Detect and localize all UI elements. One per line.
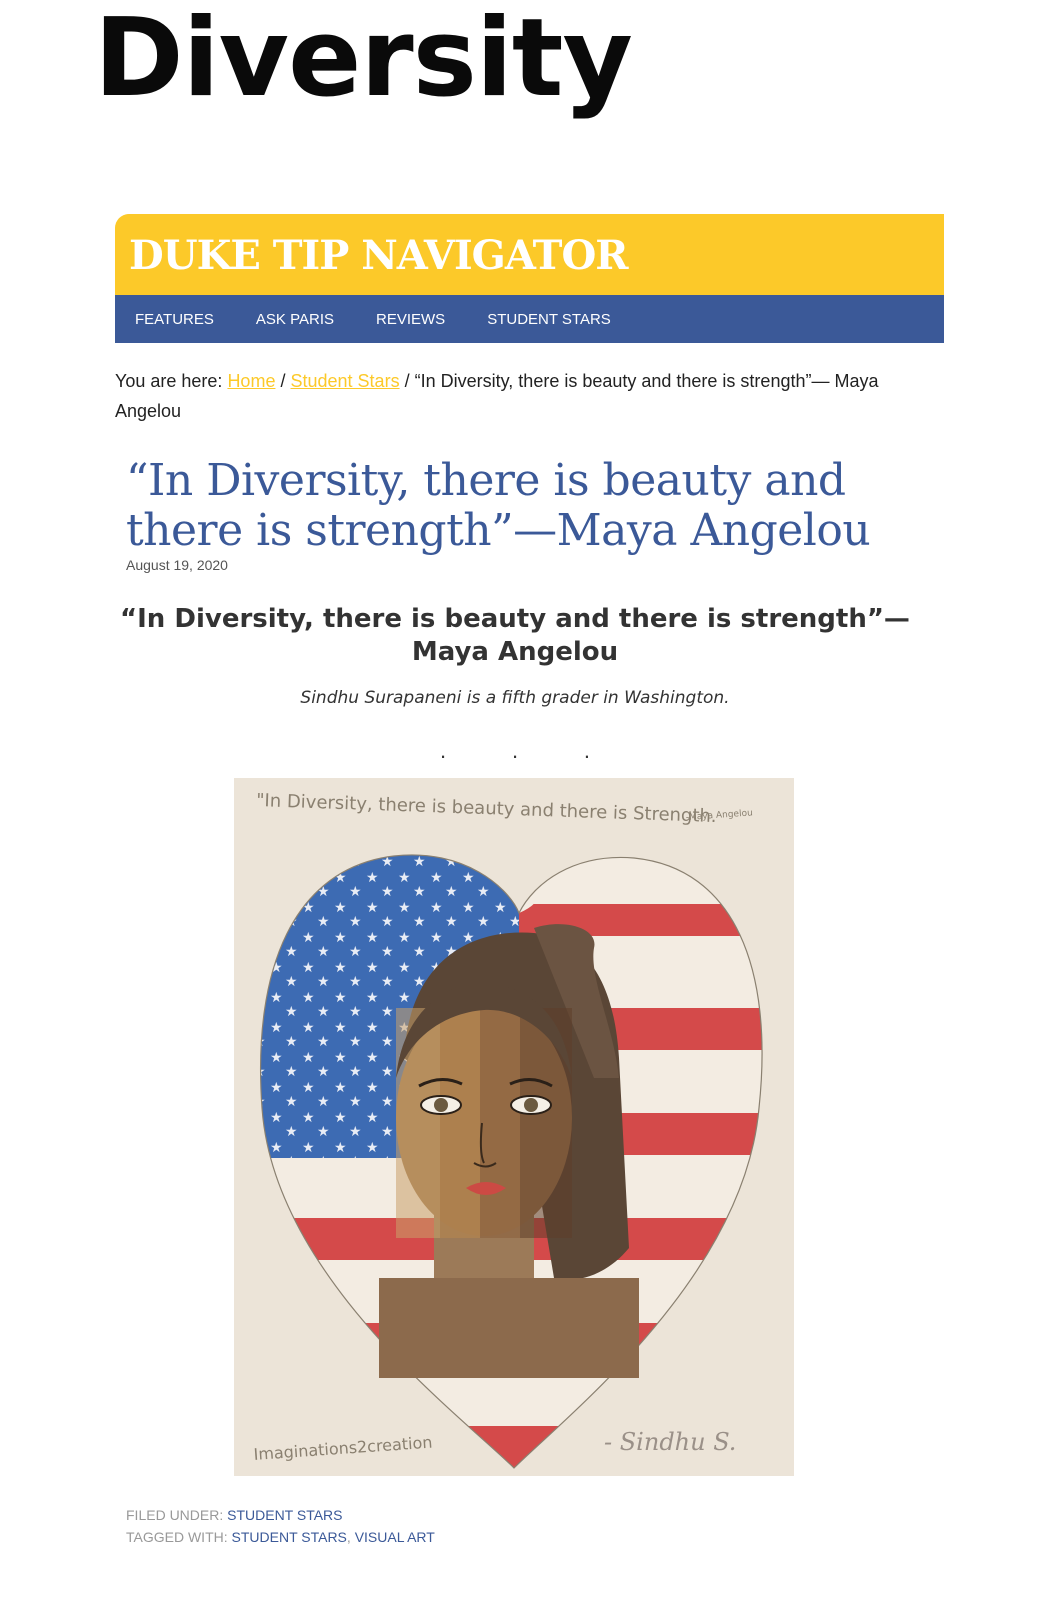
main-nav: FEATURES ASK PARIS REVIEWS STUDENT STARS	[115, 295, 944, 343]
site-header: DUKE TIP NAVIGATOR	[115, 214, 944, 295]
breadcrumb-prefix: You are here:	[115, 371, 223, 391]
site-title[interactable]: DUKE TIP NAVIGATOR	[129, 232, 629, 279]
breadcrumb-separator: /	[280, 371, 286, 391]
artwork-image: ★ ★	[234, 778, 794, 1476]
breadcrumb-home-link[interactable]: Home	[227, 371, 275, 391]
nav-item-ask-paris[interactable]: ASK PARIS	[256, 311, 334, 328]
artwork-signature: - Sindhu S.	[604, 1428, 736, 1456]
page-title: Diversity	[94, 0, 633, 121]
filed-under: FILED UNDER: STUDENT STARS	[126, 1504, 435, 1526]
breadcrumb-separator: /	[404, 371, 410, 391]
tagged-with: TAGGED WITH: STUDENT STARS, VISUAL ART	[126, 1529, 435, 1545]
tagged-with-label: TAGGED WITH:	[126, 1529, 228, 1545]
entry-date: August 19, 2020	[126, 557, 228, 573]
author-byline: Sindhu Surapaneni is a fifth grader in W…	[300, 688, 730, 708]
nav-item-student-stars[interactable]: STUDENT STARS	[487, 311, 611, 328]
entry-footer: FILED UNDER: STUDENT STARS TAGGED WITH: …	[126, 1504, 435, 1548]
nav-item-features[interactable]: FEATURES	[135, 311, 214, 328]
breadcrumb: You are here: Home / Student Stars / “In…	[115, 366, 895, 426]
separator-dots: ...	[440, 738, 590, 763]
entry-title: “In Diversity, there is beauty and there…	[126, 455, 871, 556]
filed-under-link-student-stars[interactable]: STUDENT STARS	[227, 1507, 342, 1523]
tag-link-student-stars[interactable]: STUDENT STARS	[232, 1529, 347, 1545]
nav-item-reviews[interactable]: REVIEWS	[376, 311, 445, 328]
tag-link-visual-art[interactable]: VISUAL ART	[355, 1529, 435, 1545]
breadcrumb-student-stars-link[interactable]: Student Stars	[291, 371, 400, 391]
filed-under-label: FILED UNDER:	[126, 1507, 224, 1523]
quote-heading: “In Diversity, there is beauty and there…	[120, 604, 910, 667]
